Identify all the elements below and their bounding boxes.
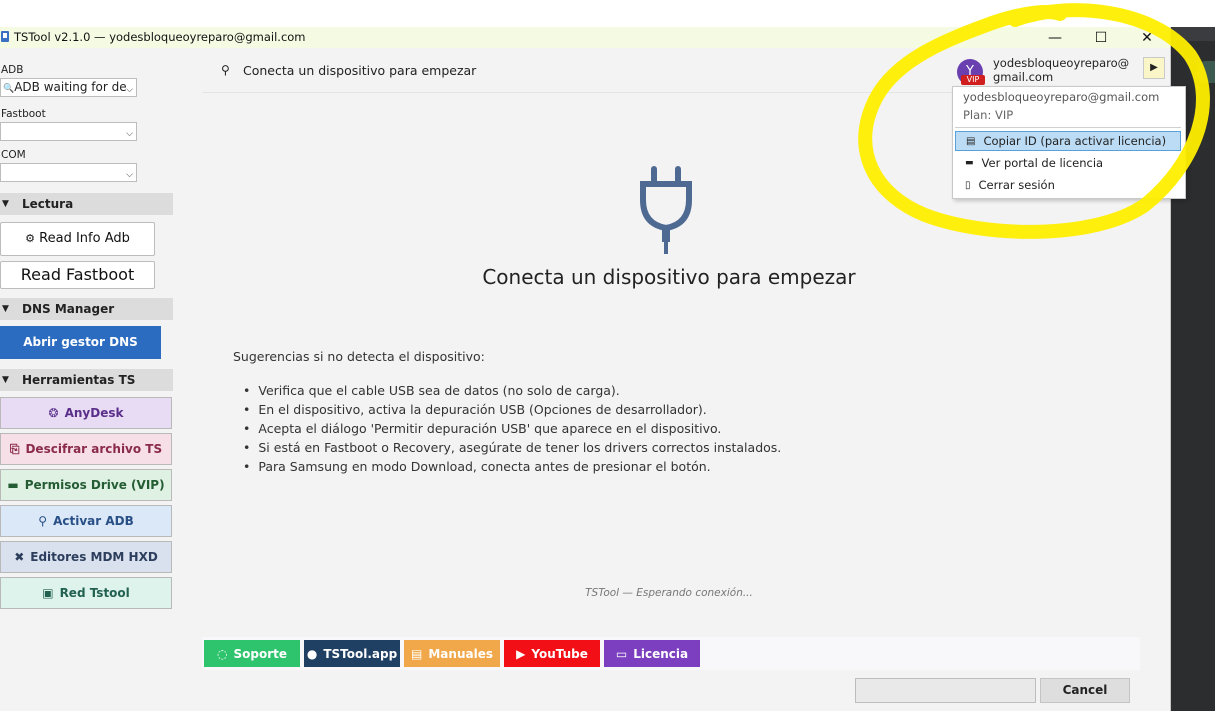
tool-red-button[interactable]: ▣ Red Tstool — [0, 577, 172, 609]
plug-icon: ⚲ — [221, 63, 230, 77]
plug-icon: ⚲ — [38, 514, 48, 528]
soporte-button[interactable]: ◌ Soporte — [204, 640, 300, 667]
collapse-triangle-icon: ▼ — [2, 375, 9, 385]
web-icon: ● — [306, 646, 318, 661]
adb-label: ADB — [1, 64, 24, 76]
licencia-label: Licencia — [633, 646, 689, 661]
section-herramientas-label: Herramientas TS — [22, 373, 136, 387]
tip-item: Si está en Fastboot o Recovery, asegúrat… — [243, 439, 933, 456]
app-icon — [1, 31, 9, 42]
tool-drive-button[interactable]: ▬ Permisos Drive (VIP) — [0, 469, 172, 501]
tool-activar-adb-button[interactable]: ⚲ Activar ADB — [0, 505, 172, 537]
tool-label: Red Tstool — [59, 586, 130, 600]
tool-label: Descifrar archivo TS — [25, 442, 163, 456]
tool-editores-button[interactable]: ✖ Editores MDM HXD — [0, 541, 172, 573]
adb-select-value: ADB waiting for de — [14, 80, 127, 94]
soporte-label: Soporte — [233, 646, 287, 661]
read-info-adb-label: Read Info Adb — [39, 231, 130, 246]
tip-item: Para Samsung en modo Download, conecta a… — [243, 458, 933, 475]
tips-heading: Sugerencias si no detecta el dispositivo… — [233, 349, 485, 364]
highlight-annotation — [858, 3, 1210, 239]
tool-anydesk-button[interactable]: ❂ AnyDesk — [0, 397, 172, 429]
unlock-icon: ⎘ — [9, 441, 20, 456]
youtube-button[interactable]: ▶ YouTube — [504, 640, 600, 667]
com-label: COM — [1, 149, 26, 161]
fastboot-label: Fastboot — [1, 108, 46, 120]
tip-item: Verifica que el cable USB sea de datos (… — [243, 382, 933, 399]
tstool-app-label: TSTool.app — [323, 646, 398, 661]
status-text: Conecta un dispositivo para empezar — [243, 63, 477, 78]
chevron-down-icon: ⌵ — [126, 170, 133, 180]
licencia-button[interactable]: ▭ Licencia — [604, 640, 700, 667]
chevron-down-icon: ⌵ — [126, 129, 133, 139]
search-icon: 🔍 — [3, 84, 15, 94]
tstool-app-button[interactable]: ● TSTool.app — [304, 640, 400, 667]
collapse-triangle-icon: ▼ — [2, 199, 9, 209]
tool-label: Activar ADB — [53, 514, 134, 528]
read-fastboot-button[interactable]: Read Fastboot — [0, 261, 155, 289]
drive-icon: ▬ — [7, 478, 19, 492]
tool-descifrar-button[interactable]: ⎘ Descifrar archivo TS — [0, 433, 172, 465]
collapse-triangle-icon: ▼ — [2, 304, 9, 314]
youtube-label: YouTube — [531, 646, 588, 661]
network-icon: ▣ — [42, 586, 54, 600]
tips-list: Verifica que el cable USB sea de datos (… — [233, 382, 933, 475]
read-info-adb-button[interactable]: ⚙ Read Info Adb — [0, 222, 155, 256]
cancel-button[interactable]: Cancel — [1040, 678, 1130, 703]
gear-icon: ⚙ — [25, 232, 36, 245]
chevron-down-icon: ⌵ — [126, 85, 133, 95]
progress-bar — [855, 678, 1036, 703]
section-dns-label: DNS Manager — [22, 302, 115, 316]
com-select[interactable]: ⌵ — [0, 163, 137, 182]
tip-item: En el dispositivo, activa la depuración … — [243, 401, 933, 418]
manuales-button[interactable]: ▤ Manuales — [404, 640, 500, 667]
tools-icon: ✖ — [14, 550, 25, 564]
section-lectura-label: Lectura — [22, 197, 74, 211]
connection-status-text: TSTool — Esperando conexión... — [585, 587, 753, 599]
section-herramientas[interactable]: ▼ Herramientas TS — [0, 369, 173, 391]
tool-label: AnyDesk — [64, 406, 124, 420]
manuales-label: Manuales — [428, 646, 493, 661]
tool-label: Editores MDM HXD — [30, 550, 158, 564]
fastboot-select[interactable]: ⌵ — [0, 122, 137, 141]
adb-select[interactable]: 🔍ADB waiting for de ⌵ — [0, 78, 137, 97]
license-icon: ▭ — [615, 646, 628, 661]
tips-block: Sugerencias si no detecta el dispositivo… — [233, 349, 933, 477]
tool-label: Permisos Drive (VIP) — [24, 478, 165, 492]
section-lectura[interactable]: ▼ Lectura — [0, 193, 173, 215]
anydesk-icon: ❂ — [48, 406, 59, 420]
open-dns-button[interactable]: Abrir gestor DNS — [0, 326, 161, 359]
whatsapp-icon: ◌ — [217, 646, 228, 661]
window-title: TSTool v2.1.0 — yodesbloqueoyreparo@gmai… — [14, 30, 306, 44]
tip-item: Acepta el diálogo 'Permitir depuración U… — [243, 420, 933, 437]
plug-illustration-icon — [640, 166, 692, 254]
manual-icon: ▤ — [411, 646, 423, 661]
section-dns[interactable]: ▼ DNS Manager — [0, 298, 173, 320]
main-title: Conecta un dispositivo para empezar — [482, 265, 856, 289]
youtube-icon: ▶ — [516, 646, 526, 661]
